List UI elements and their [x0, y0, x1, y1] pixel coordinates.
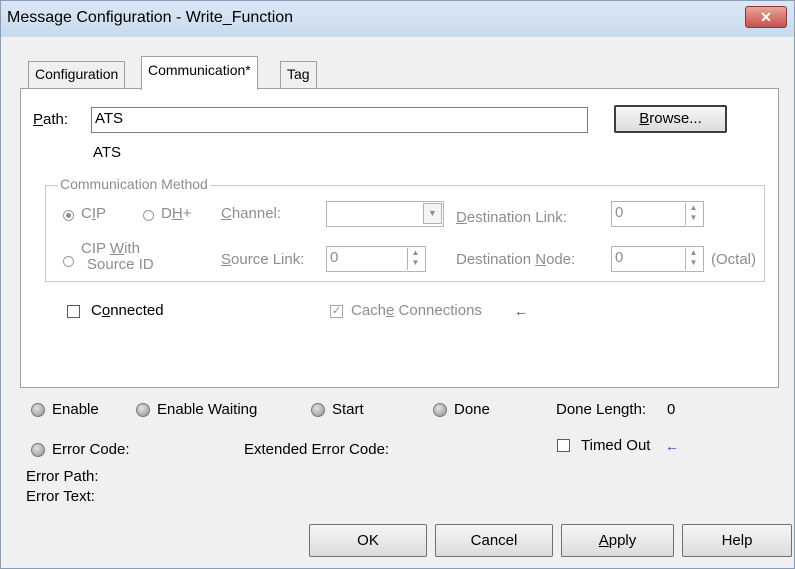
start-label: Start	[332, 401, 364, 418]
cancel-button[interactable]: Cancel	[435, 524, 553, 557]
octal-label: (Octal)	[711, 251, 756, 268]
title-bar[interactable]: Message Configuration - Write_Function ✕	[1, 1, 794, 37]
cip-label: CIP	[81, 205, 107, 222]
ok-button[interactable]: OK	[309, 524, 427, 557]
communication-method-title: Communication Method	[58, 176, 210, 192]
path-input[interactable]: ATS	[91, 107, 588, 133]
path-label: Path:	[33, 111, 69, 128]
enable-waiting-indicator	[136, 403, 150, 417]
connected-checkbox[interactable]	[67, 305, 80, 318]
cip-radio[interactable]	[63, 210, 74, 221]
cache-connections-label: Cache Connections	[351, 302, 482, 319]
arrow-left-icon: ←	[514, 303, 528, 319]
source-link-spinner[interactable]: ▲ ▼	[407, 248, 423, 270]
dh-plus-radio[interactable]	[143, 210, 154, 221]
path-resolved: ATS	[93, 144, 122, 161]
error-text-label: Error Text:	[26, 488, 95, 505]
destination-node-spinner[interactable]: ▲ ▼	[685, 248, 701, 270]
done-length-value: 0	[667, 401, 676, 418]
chevron-down-icon[interactable]: ▼	[423, 203, 442, 224]
message-configuration-dialog: Message Configuration - Write_Function ✕…	[0, 0, 795, 569]
destination-link-spinner[interactable]: ▲ ▼	[685, 203, 701, 225]
done-label: Done	[454, 401, 490, 418]
browse-button[interactable]: Browse...	[614, 105, 727, 133]
destination-link-label: Destination Link:	[456, 209, 567, 226]
enable-label: Enable	[52, 401, 99, 418]
timed-out-label: Timed Out	[581, 437, 651, 454]
destination-link-value: 0	[615, 204, 624, 221]
source-link-label: Source Link:	[221, 251, 305, 268]
tab-communication-label: Communication*	[148, 62, 251, 78]
destination-node-label: Destination Node:	[456, 251, 576, 268]
window-title: Message Configuration - Write_Function	[7, 9, 294, 26]
tab-communication[interactable]: Communication*	[141, 56, 258, 90]
tab-configuration-label: Configuration	[35, 66, 119, 82]
error-path-label: Error Path:	[26, 468, 99, 485]
enable-waiting-label: Enable Waiting	[157, 401, 258, 418]
connected-label: Connected	[91, 302, 164, 319]
apply-button[interactable]: Apply	[561, 524, 674, 557]
error-code-indicator	[31, 443, 45, 457]
cip-with-source-id-label: CIP With Source ID	[81, 240, 154, 273]
cache-connections-checkbox[interactable]: ✓	[330, 305, 343, 318]
dh-plus-label: DH+	[161, 205, 192, 222]
close-button[interactable]: ✕	[745, 6, 787, 28]
help-button[interactable]: Help	[682, 524, 792, 557]
start-indicator	[311, 403, 325, 417]
tab-tag[interactable]: Tag	[280, 61, 317, 89]
done-indicator	[433, 403, 447, 417]
cip-with-source-id-radio[interactable]	[63, 256, 74, 267]
timed-out-checkbox[interactable]	[557, 439, 570, 452]
close-icon: ✕	[760, 9, 772, 25]
source-link-value: 0	[330, 249, 339, 266]
arrow-left-icon: ←	[665, 438, 679, 454]
done-length-label: Done Length:	[556, 401, 647, 418]
enable-indicator	[31, 403, 45, 417]
channel-label: Channel:	[221, 205, 282, 222]
destination-node-value: 0	[615, 249, 624, 266]
error-code-label: Error Code:	[52, 441, 130, 458]
tab-tag-label: Tag	[287, 66, 310, 82]
extended-error-code-label: Extended Error Code:	[244, 441, 390, 458]
tab-configuration[interactable]: Configuration	[28, 61, 126, 89]
path-input-value: ATS	[95, 110, 124, 127]
